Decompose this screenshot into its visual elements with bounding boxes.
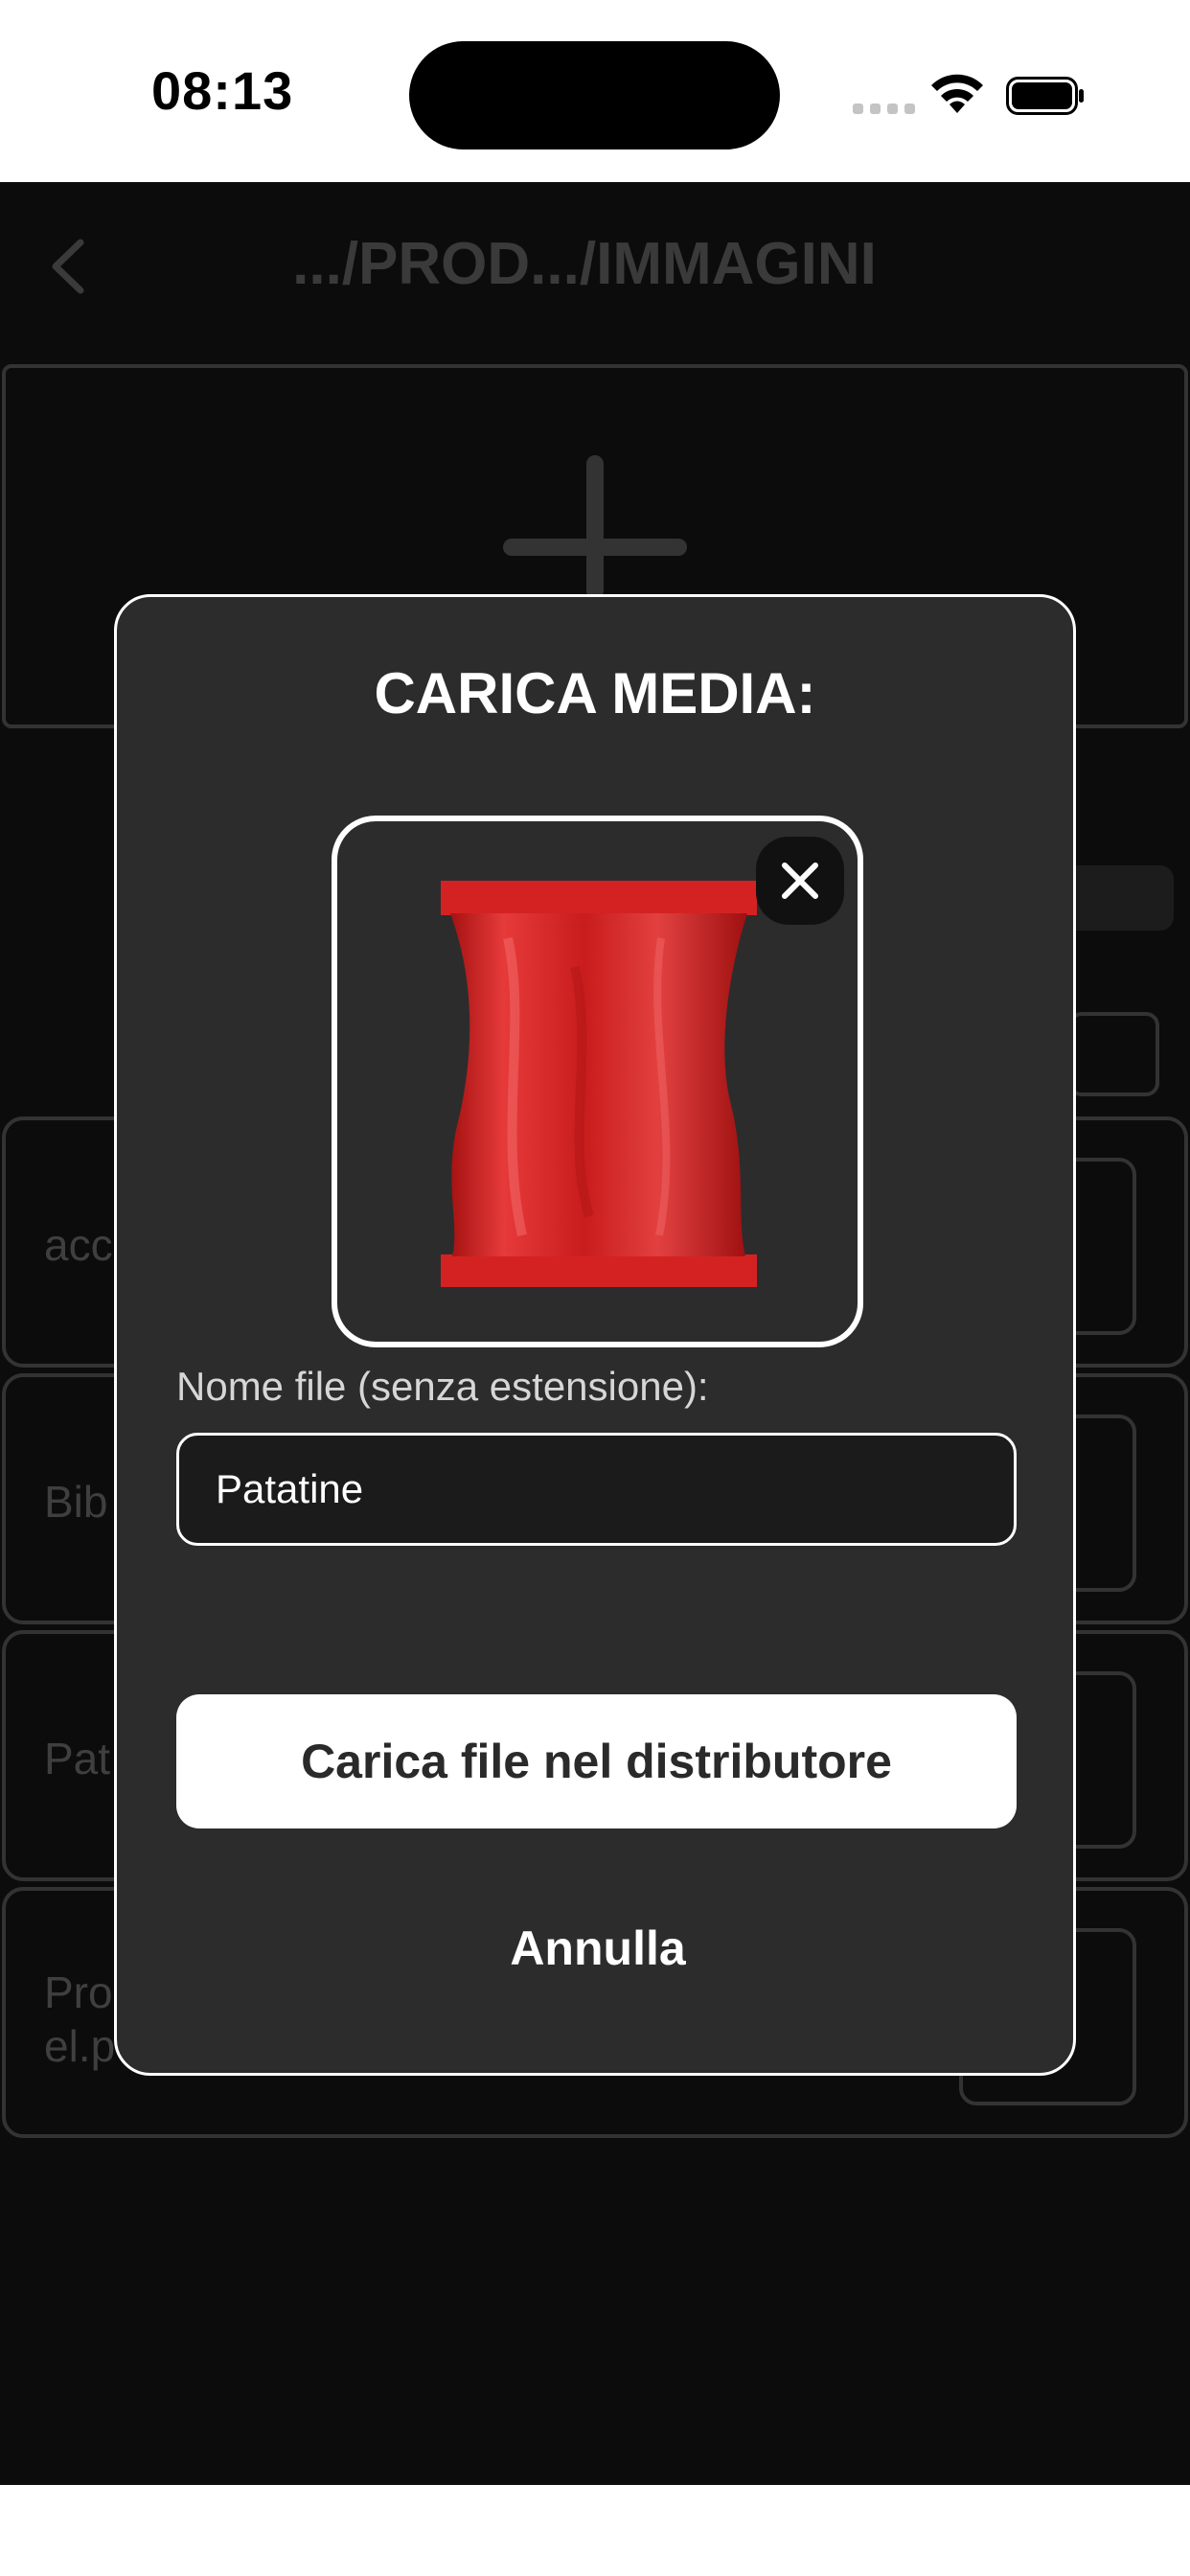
background-search-field[interactable] [1059,865,1174,931]
dialog-title: CARICA MEDIA: [374,661,816,725]
image-preview [332,816,863,1347]
list-item-label: Bib [44,1477,108,1527]
cancel-button[interactable]: Annulla [464,1910,732,1987]
file-name-label: Nome file (senza estensione): [176,1364,709,1409]
list-item-label: acc [44,1220,113,1270]
cellular-signal-icon [853,104,915,114]
battery-icon [1006,77,1084,115]
red-snack-bag-image [441,881,757,1287]
upload-media-dialog: CARICA MEDIA: Nome file (senza estension… [114,594,1076,2076]
plus-icon-vertical [586,455,604,599]
close-icon [782,862,818,899]
file-name-input[interactable] [176,1433,1017,1546]
list-item-label: Pat [44,1734,111,1783]
remove-image-button[interactable] [756,837,844,925]
status-time: 08:13 [151,60,294,121]
list-item-label: Pro el.p [44,1967,116,2071]
dynamic-island [409,41,780,150]
page-title: .../PROD.../IMMAGINI [292,231,877,297]
wifi-icon [931,74,983,113]
background-filter-button[interactable] [1068,1012,1159,1096]
chevron-left-icon[interactable] [48,237,86,296]
upload-button[interactable]: Carica file nel distributore [176,1694,1017,1828]
status-bar: 08:13 [0,0,1190,182]
